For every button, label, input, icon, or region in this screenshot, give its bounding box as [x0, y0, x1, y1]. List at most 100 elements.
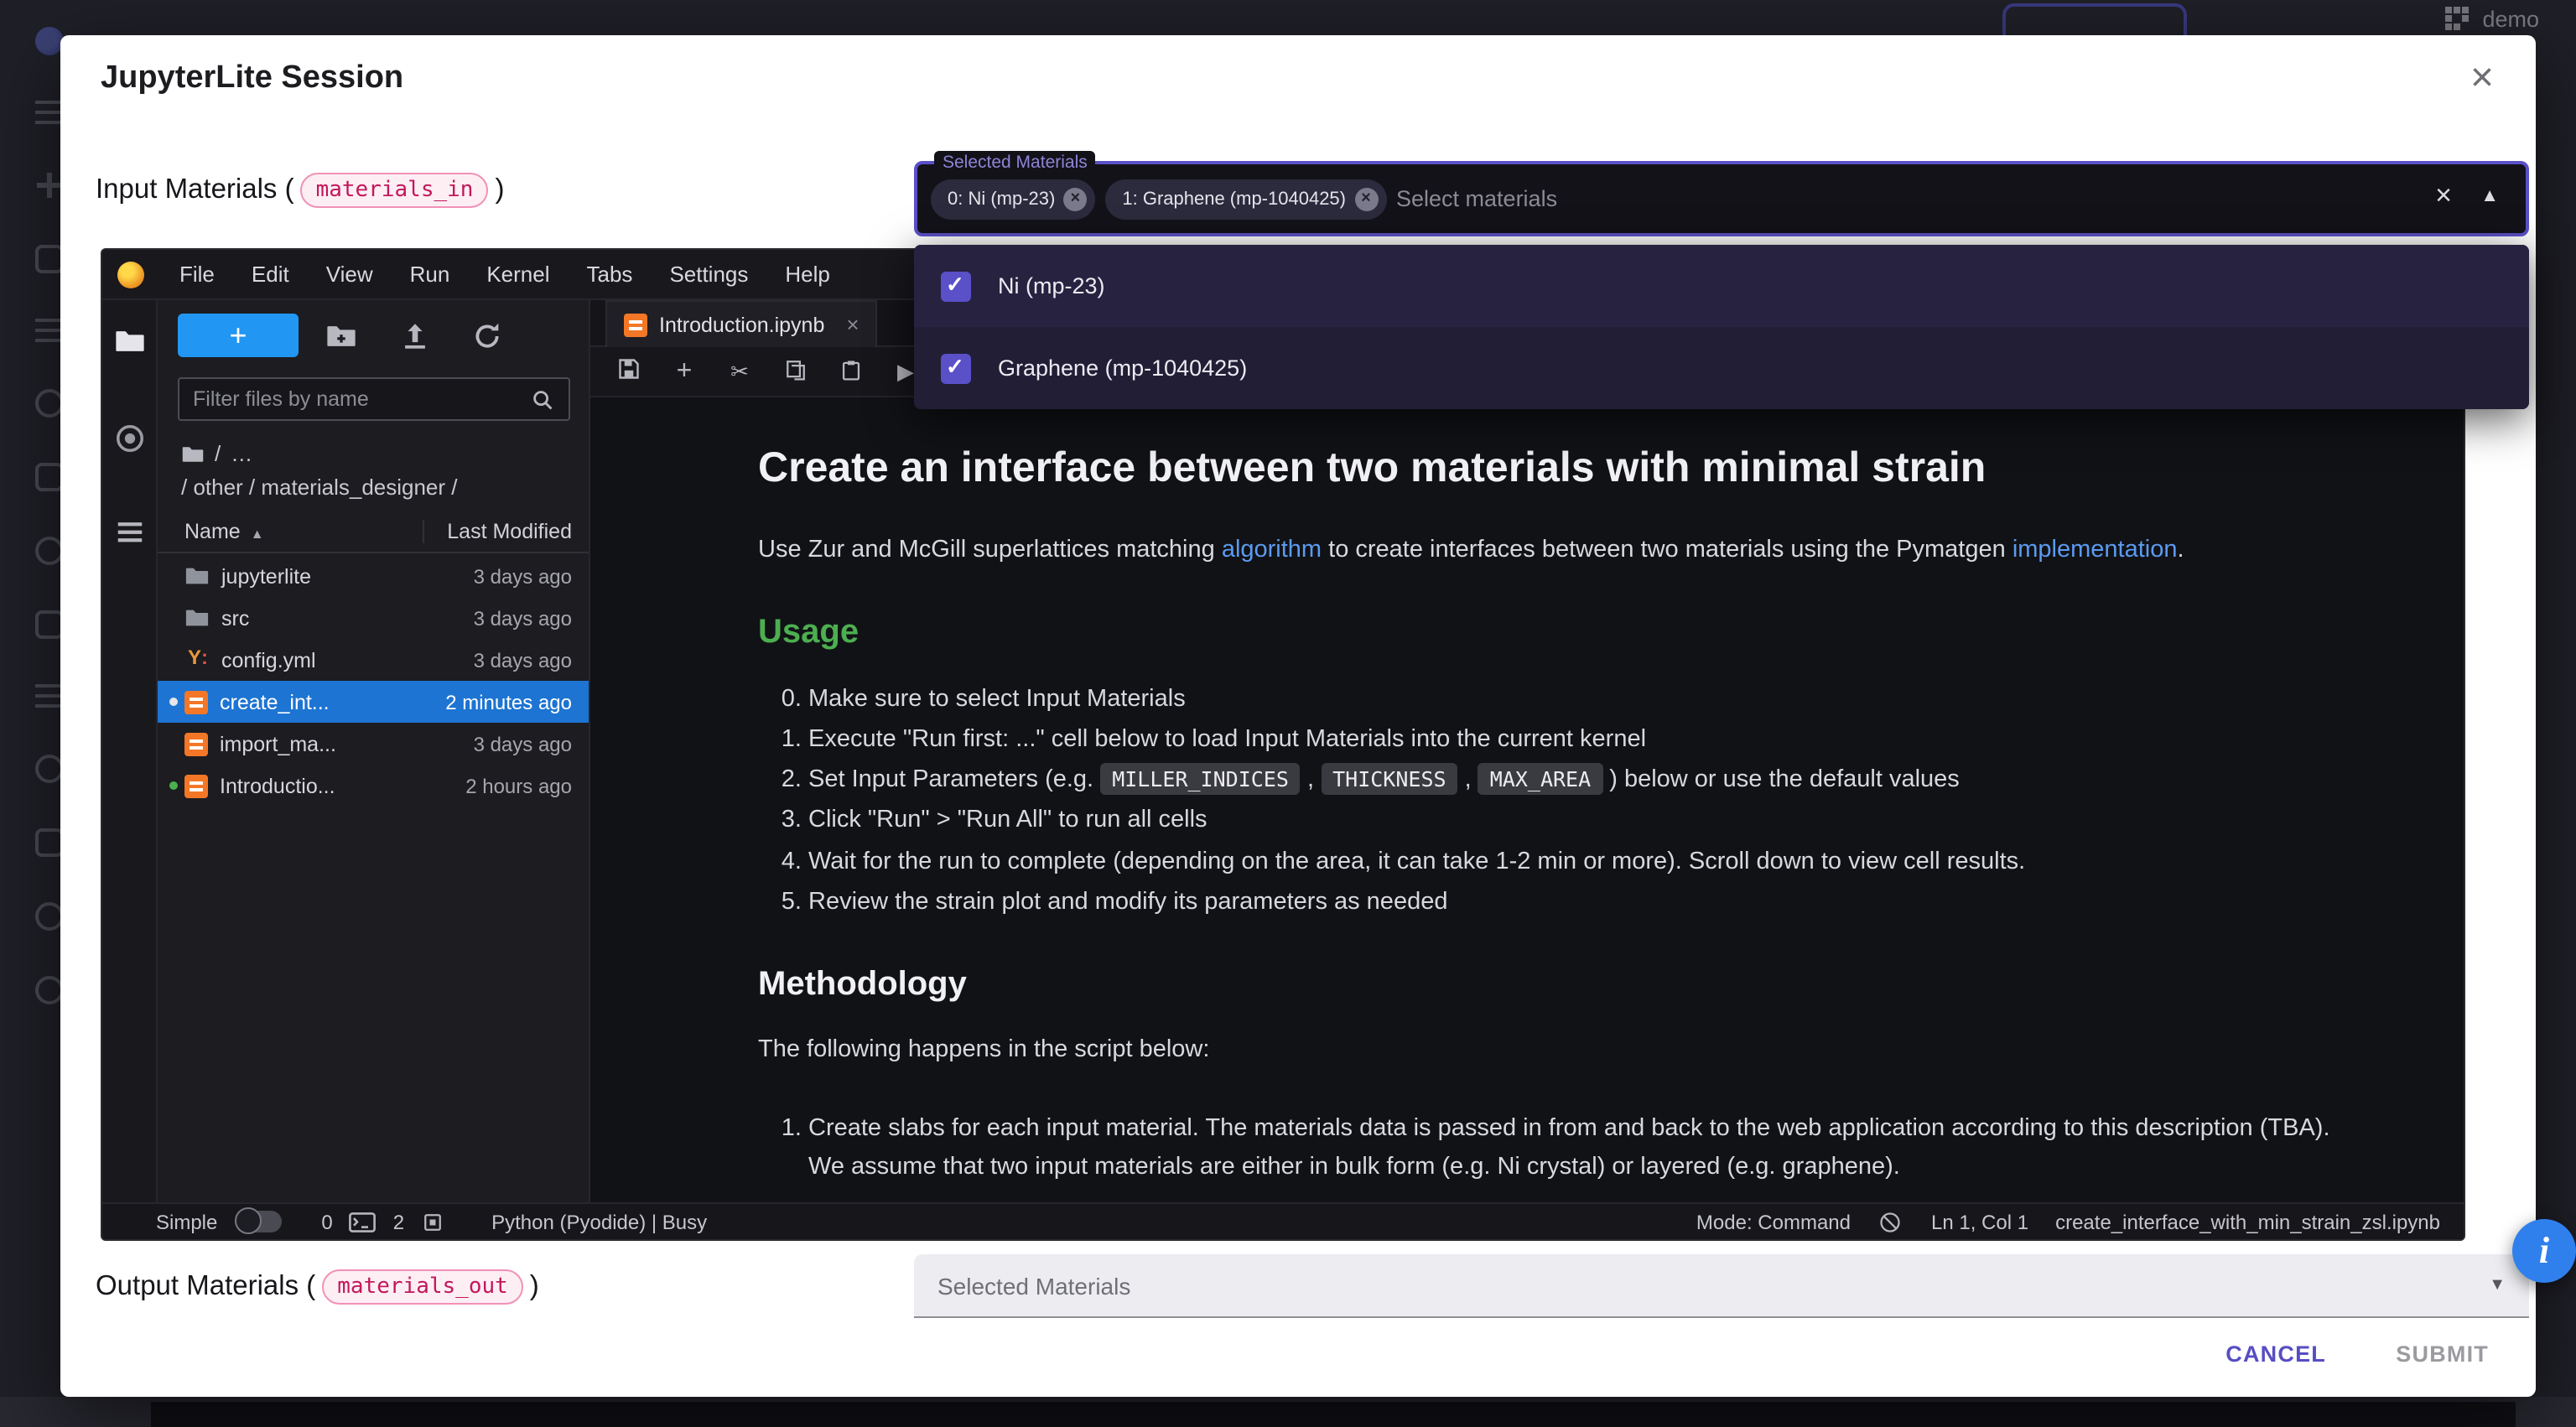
kernel-icon[interactable] [421, 1210, 448, 1233]
output-label-close-paren: ) [530, 1271, 539, 1303]
file-filter-input[interactable] [193, 387, 530, 411]
menu-kernel[interactable]: Kernel [468, 262, 568, 287]
running-sessions-tab-icon[interactable] [114, 423, 146, 454]
file-modified: 2 hours ago [465, 774, 589, 797]
selected-chip-1[interactable]: 1: Graphene (mp-1040425) × [1105, 179, 1386, 219]
file-list: jupyterlite 3 days ago src 3 days ago co… [158, 555, 589, 807]
simple-mode-toggle[interactable] [234, 1211, 281, 1232]
materials-in-code: materials_in [301, 173, 489, 208]
intro-text: Use Zur and McGill superlattices matchin… [758, 537, 1222, 563]
file-row-src[interactable]: src 3 days ago [158, 597, 589, 639]
chip-remove-icon[interactable]: × [1354, 187, 1378, 210]
breadcrumb[interactable]: / … / other / materials_designer / [181, 438, 458, 505]
folder-icon [184, 563, 210, 589]
menu-file[interactable]: File [161, 262, 233, 287]
methodology-item-1: Create slabs for each input material. Th… [808, 1109, 2410, 1187]
close-icon: × [2470, 55, 2494, 101]
materials-search-input[interactable] [1396, 186, 2408, 211]
menu-option-ni-mp-23[interactable]: Ni (mp-23) [914, 245, 2529, 327]
notebook-icon [624, 313, 647, 336]
checkbox-checked-icon[interactable] [941, 353, 971, 383]
add-cell-icon[interactable]: + [669, 356, 699, 387]
selected-chips: 0: Ni (mp-23) × 1: Graphene (mp-1040425)… [931, 179, 2408, 219]
file-row-import-material[interactable]: import_ma... 3 days ago [158, 723, 589, 765]
info-fab[interactable]: i [2512, 1219, 2576, 1283]
input-label-text: Input Materials ( [96, 174, 294, 206]
menu-option-graphene-mp-1040425[interactable]: Graphene (mp-1040425) [914, 327, 2529, 409]
menu-view[interactable]: View [308, 262, 392, 287]
option-label: Graphene (mp-1040425) [998, 355, 1247, 381]
kernels-count[interactable]: 2 [393, 1210, 404, 1233]
clear-selection-icon[interactable]: × [2435, 179, 2452, 213]
crumb-separator: / [215, 438, 221, 471]
notebook-file-icon [184, 774, 208, 797]
table-of-contents-tab-icon[interactable] [114, 516, 146, 548]
algorithm-link[interactable]: algorithm [1222, 537, 1322, 563]
new-launcher-button[interactable]: + [178, 314, 299, 357]
dialog-title: JupyterLite Session [101, 60, 403, 97]
upload-icon[interactable] [399, 320, 431, 352]
tab-close-icon[interactable]: × [846, 312, 859, 337]
tab-title: Introduction.ipynb [659, 313, 824, 336]
file-name: create_int... [220, 690, 330, 714]
new-folder-icon[interactable] [325, 320, 357, 352]
menu-settings[interactable]: Settings [651, 262, 766, 287]
file-name: src [221, 606, 249, 630]
file-row-introduction[interactable]: Introductio... 2 hours ago [158, 765, 589, 807]
command-mode-indicator[interactable]: Mode: Command [1696, 1210, 1851, 1233]
file-row-config-yml[interactable]: config.yml 3 days ago [158, 639, 589, 681]
cursor-position[interactable]: Ln 1, Col 1 [1931, 1210, 2028, 1233]
pyodide-icon [117, 261, 144, 288]
notebook-area: Introduction.ipynb × + ✂ [590, 300, 2464, 1202]
output-materials-select[interactable]: Selected Materials ▼ [914, 1254, 2529, 1318]
refresh-icon[interactable] [471, 320, 503, 352]
copy-cell-icon[interactable] [780, 358, 810, 385]
file-row-create-interface[interactable]: create_int... 2 minutes ago [158, 681, 589, 723]
column-name[interactable]: Name▲ [184, 520, 264, 543]
column-last-modified[interactable]: Last Modified [422, 520, 572, 543]
crumb-ellipsis[interactable]: … [231, 438, 252, 471]
usage-item-0: Make sure to select Input Materials [808, 681, 2410, 719]
file-list-header: Name▲ Last Modified [158, 515, 589, 553]
miller-indices-code: MILLER_INDICES [1100, 763, 1301, 795]
cut-cell-icon[interactable]: ✂ [724, 358, 755, 385]
file-modified: 2 minutes ago [445, 690, 589, 714]
active-file-name[interactable]: create_interface_with_min_strain_zsl.ipy… [2055, 1210, 2440, 1233]
file-modified: 3 days ago [474, 564, 589, 588]
kernel-status[interactable]: Python (Pyodide) | Busy [491, 1210, 707, 1233]
file-filter-field[interactable] [178, 377, 570, 421]
running-indicator [169, 781, 178, 790]
thickness-code: THICKNESS [1321, 763, 1457, 795]
usage-text: , [1458, 766, 1478, 793]
file-row-jupyterlite[interactable]: jupyterlite 3 days ago [158, 555, 589, 597]
save-icon[interactable] [614, 357, 644, 386]
collapse-dropdown-icon[interactable]: ▲ [2480, 186, 2499, 206]
menu-edit[interactable]: Edit [233, 262, 308, 287]
yaml-file-icon [184, 647, 210, 672]
terminal-icon[interactable] [350, 1210, 377, 1233]
notebook-file-icon [184, 690, 208, 714]
menu-tabs[interactable]: Tabs [569, 262, 652, 287]
implementation-link[interactable]: implementation [2012, 537, 2178, 563]
checkbox-checked-icon[interactable] [941, 271, 971, 301]
usage-item-2: Set Input Parameters (e.g. MILLER_INDICE… [808, 761, 2410, 800]
tab-introduction-ipynb[interactable]: Introduction.ipynb × [605, 300, 878, 347]
chip-remove-icon[interactable]: × [1063, 187, 1087, 210]
menu-run[interactable]: Run [392, 262, 469, 287]
close-button[interactable]: × [2455, 52, 2509, 106]
selected-chip-0[interactable]: 0: Ni (mp-23) × [931, 179, 1095, 219]
menu-help[interactable]: Help [766, 262, 849, 287]
cancel-button[interactable]: CANCEL [2225, 1341, 2326, 1367]
input-materials-label: Input Materials (materials_in) [96, 173, 504, 208]
crumb-path[interactable]: / other / materials_designer / [181, 471, 458, 505]
methodology-list: Create slabs for each input material. Th… [808, 1109, 2410, 1187]
home-folder-icon[interactable] [181, 443, 205, 466]
file-browser-tab-icon[interactable] [114, 325, 146, 357]
notifications-off-icon[interactable] [1877, 1210, 1904, 1233]
paste-cell-icon[interactable] [835, 358, 865, 385]
selected-materials-field[interactable]: Selected Materials 0: Ni (mp-23) × 1: Gr… [914, 161, 2529, 236]
file-browser-panel: + [158, 300, 590, 1202]
submit-button[interactable]: SUBMIT [2396, 1341, 2489, 1367]
terminals-count[interactable]: 0 [321, 1210, 332, 1233]
file-name: import_ma... [220, 732, 336, 755]
